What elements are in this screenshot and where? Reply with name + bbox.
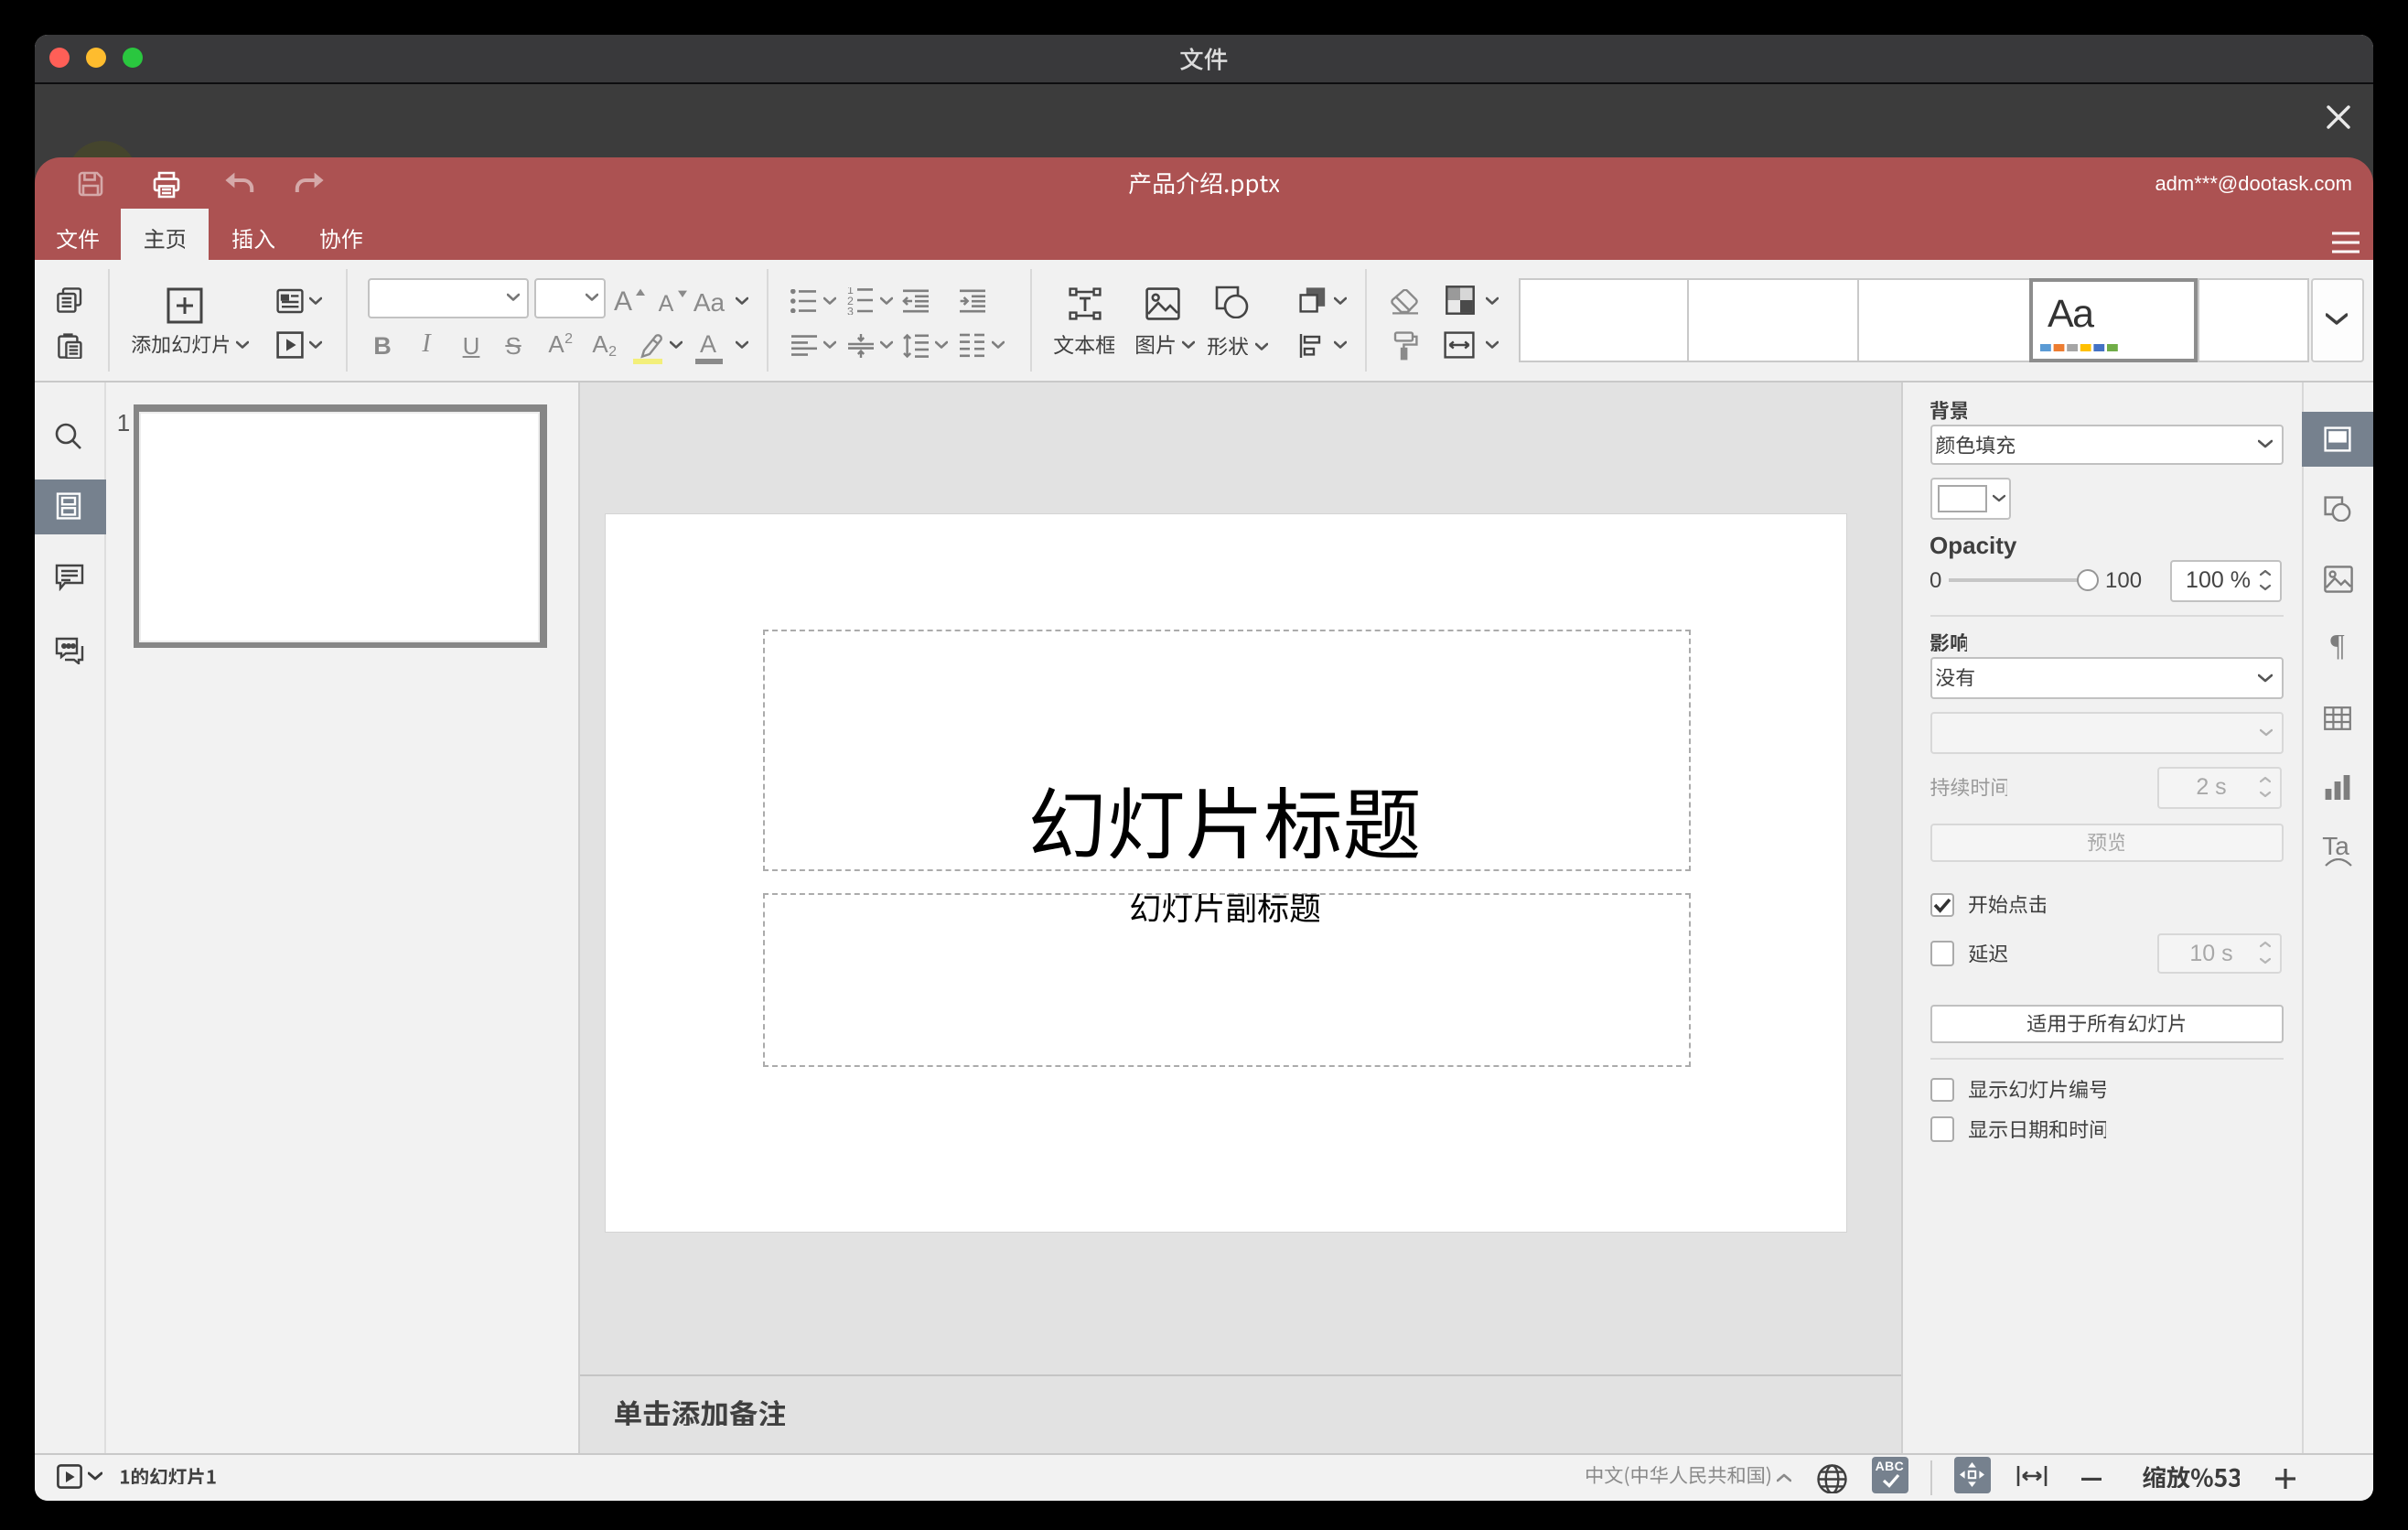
svg-text:3: 3 xyxy=(846,304,853,314)
